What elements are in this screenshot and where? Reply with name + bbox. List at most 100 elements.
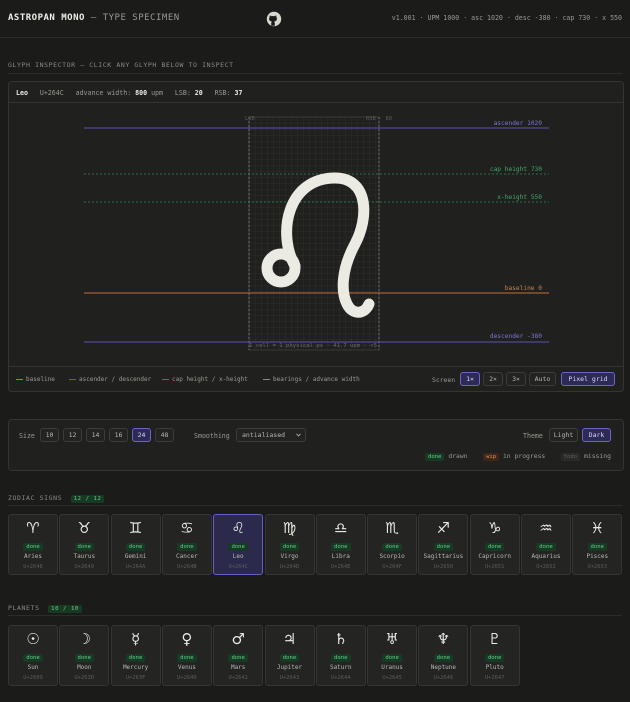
advance-value: 800 <box>135 89 148 97</box>
glyph-card-jupiter[interactable]: ♃ done Jupiter U+2643 <box>264 625 315 686</box>
glyph-codepoint-label: U+264E <box>331 564 351 570</box>
glyph-name-label: Moon <box>77 664 92 671</box>
status-pill: done <box>331 543 351 551</box>
glyph-card-sagittarius[interactable]: ♐ done Sagittarius U+2650 <box>418 514 469 575</box>
glyph-card-pluto[interactable]: ♇ done Pluto U+2647 <box>469 625 520 686</box>
glyph-symbol: ♄ <box>334 630 348 648</box>
status-badge: done <box>60 542 108 551</box>
smoothing-value: antialiased <box>242 431 286 439</box>
glyph-card-virgo[interactable]: ♍ done Virgo U+264D <box>264 514 315 575</box>
glyph-name-label: Capricorn <box>478 553 511 560</box>
legend-baseline: baseline <box>16 376 55 383</box>
status-pill: done <box>74 543 95 551</box>
screen-1x-button[interactable]: 1× <box>460 372 480 386</box>
glyph-name-label: Aquarius <box>531 553 561 560</box>
size-14-button[interactable]: 14 <box>86 428 105 442</box>
rsb-marker: RSB · 80 <box>366 116 392 122</box>
status-pill: done <box>279 543 300 551</box>
glyph-card-mercury[interactable]: ☿ done Mercury U+263F <box>110 625 161 686</box>
section-divider <box>8 505 622 506</box>
glyph-codepoint-label: U+2646 <box>433 675 454 681</box>
glyph-codepoint-label: U+2653 <box>587 564 608 570</box>
zodiac-section-title: ZODIAC SIGNS 12 / 12 <box>8 494 105 503</box>
glyph-card-cancer[interactable]: ♋ done Cancer U+264B <box>161 514 212 575</box>
legend-baseline-label: baseline <box>26 376 55 383</box>
size-24-button[interactable]: 24 <box>132 428 151 442</box>
glyph-canvas <box>84 116 549 351</box>
controls-panel <box>8 419 624 471</box>
glyph-name-label: Leo <box>232 553 244 560</box>
legend-cap-x: cap height / x-height <box>162 376 248 383</box>
glyph-symbol: ♆ <box>436 630 451 648</box>
status-pill: done <box>74 654 95 662</box>
glyph-card-pisces[interactable]: ♓ done Pisces U+2653 <box>572 514 623 575</box>
smoothing-select[interactable]: antialiased <box>236 428 306 442</box>
glyph-card-taurus[interactable]: ♉ done Taurus U+2649 <box>59 514 110 575</box>
legend-bearings: bearings / advance width <box>263 376 360 383</box>
status-legend: done drawn wip in progress todo missing <box>425 452 611 461</box>
github-icon[interactable] <box>266 11 282 27</box>
glyph-card-uranus[interactable]: ♅ done Uranus U+2645 <box>367 625 418 686</box>
status-label-in-progress: in progress <box>502 452 546 460</box>
status-pill: done <box>331 654 351 662</box>
status-badge: done <box>317 653 365 662</box>
glyph-card-gemini[interactable]: ♊ done Gemini U+264A <box>110 514 161 575</box>
status-badge: done <box>163 542 211 551</box>
glyph-symbol: ♀ <box>181 630 193 648</box>
status-pill-done: done <box>425 453 445 461</box>
glyph-symbol: ♈ <box>26 519 40 537</box>
planets-count-badge: 10 / 10 <box>48 605 82 613</box>
glyph-card-sun[interactable]: ☉ done Sun U+2609 <box>8 625 58 686</box>
inspector-section-title: GLYPH INSPECTOR — CLICK ANY GLYPH BELOW … <box>8 61 234 69</box>
font-metrics-summary: v1.001 · UPM 1000 · asc 1020 · desc -380… <box>391 14 622 22</box>
glyph-codepoint-label: U+2643 <box>279 675 300 681</box>
size-10-button[interactable]: 10 <box>40 428 59 442</box>
status-pill: done <box>279 654 300 662</box>
theme-dark-button[interactable]: Dark <box>582 428 611 442</box>
size-16-button[interactable]: 16 <box>109 428 128 442</box>
glyph-codepoint-label: U+2650 <box>433 564 454 570</box>
status-badge: done <box>163 653 211 662</box>
glyph-codepoint-label: U+2609 <box>23 675 43 681</box>
status-badge: done <box>419 542 467 551</box>
glyph-card-leo[interactable]: ♌ done Leo U+264C <box>213 514 264 575</box>
status-badge: done <box>9 542 57 551</box>
pixel-grid-toggle[interactable]: Pixel grid <box>561 372 615 386</box>
glyph-name-label: Mars <box>230 664 246 671</box>
status-pill: done <box>382 543 402 551</box>
cap-height-label: cap height 730 <box>489 166 542 173</box>
screen-auto-button[interactable]: Auto <box>529 372 556 386</box>
glyph-codepoint-label: U+2645 <box>382 675 402 681</box>
glyph-codepoint-label: U+264F <box>382 564 402 570</box>
screen-3x-button[interactable]: 3× <box>506 372 526 386</box>
glyph-card-mars[interactable]: ♂ done Mars U+2642 <box>213 625 264 686</box>
screen-2x-button[interactable]: 2× <box>483 372 503 386</box>
brand-title: ASTROPAN MONO — TYPE SPECIMEN <box>8 13 180 23</box>
glyph-card-venus[interactable]: ♀ done Venus U+2640 <box>161 625 212 686</box>
glyph-card-aquarius[interactable]: ♒ done Aquarius U+2652 <box>521 514 571 575</box>
legend-swatch-baseline <box>16 379 23 380</box>
theme-light-button[interactable]: Light <box>549 428 578 442</box>
glyph-name-label: Pisces <box>586 553 609 560</box>
glyph-card-saturn[interactable]: ♄ done Saturn U+2644 <box>315 625 366 686</box>
glyph-name-label: Gemini <box>124 553 147 560</box>
glyph-symbol: ☉ <box>26 630 40 648</box>
status-pill: done <box>125 543 146 551</box>
glyph-codepoint-label: U+264C <box>228 564 248 570</box>
size-12-button[interactable]: 12 <box>63 428 82 442</box>
glyph-codepoint-label: U+263F <box>125 675 146 681</box>
glyph-card-libra[interactable]: ♎ done Libra U+264E <box>315 514 366 575</box>
glyph-codepoint-label: U+2647 <box>484 675 505 681</box>
glyph-card-aries[interactable]: ♈ done Aries U+2648 <box>8 514 58 575</box>
glyph-card-moon[interactable]: ☽ done Moon U+263D <box>59 625 110 686</box>
section-divider <box>8 615 622 616</box>
size-48-button[interactable]: 48 <box>155 428 174 442</box>
glyph-card-scorpio[interactable]: ♏ done Scorpio U+264F <box>367 514 418 575</box>
status-badge: done <box>573 542 621 551</box>
glyph-card-neptune[interactable]: ♆ done Neptune U+2646 <box>418 625 469 686</box>
glyph-card-capricorn[interactable]: ♑ done Capricorn U+2651 <box>469 514 520 575</box>
x-height-label: x-height 550 <box>497 194 542 201</box>
status-badge: done <box>522 542 570 551</box>
status-pill: done <box>228 543 248 551</box>
status-pill: done <box>536 543 556 551</box>
